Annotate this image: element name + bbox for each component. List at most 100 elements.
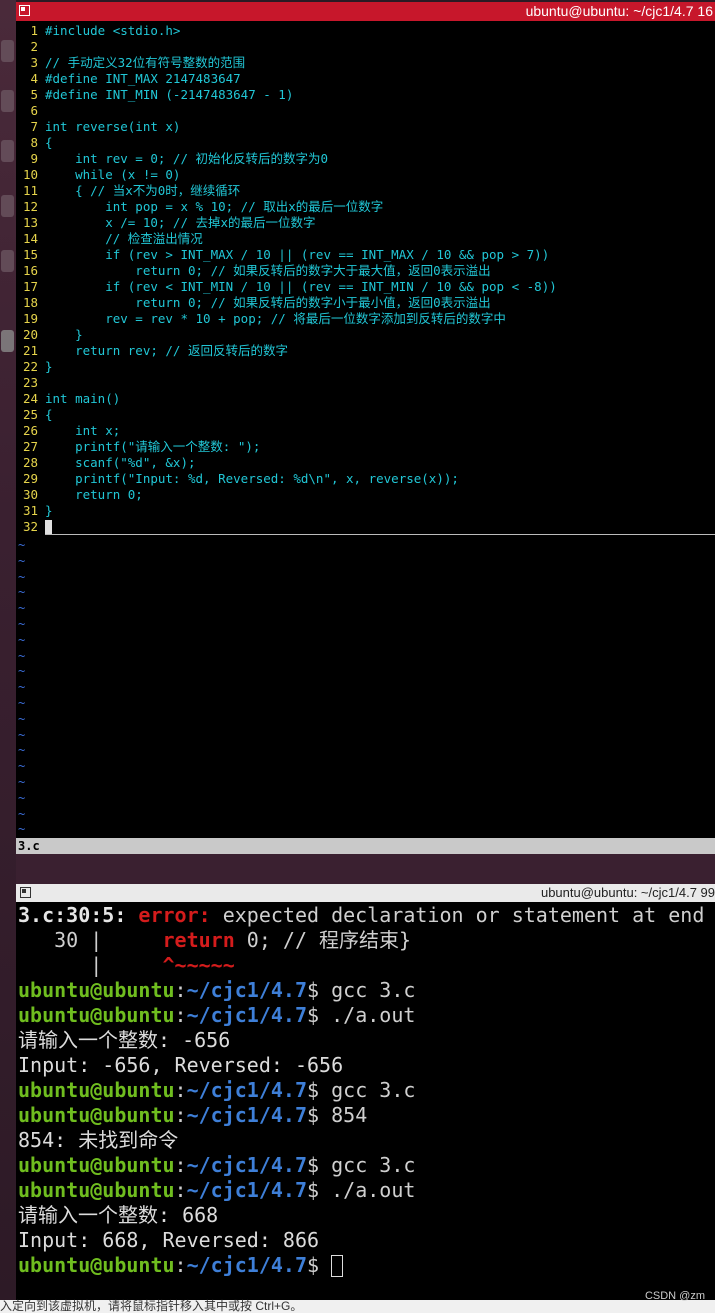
dock-app-icon[interactable] xyxy=(1,140,14,162)
code-line[interactable]: 23 xyxy=(16,375,715,391)
tilde-marker: ~ xyxy=(18,585,26,600)
prompt-line: ubuntu@ubuntu:~/cjc1/4.7$ ./a.out xyxy=(18,1178,416,1202)
code-line[interactable]: 4 #define INT_MAX 2147483647 xyxy=(16,71,715,87)
terminal-output[interactable]: 3.c:30:5: error: expected declaration or… xyxy=(18,903,715,1278)
line-number: 10 xyxy=(22,167,38,182)
code-text: } xyxy=(45,359,53,374)
vim-editor-window[interactable]: ubuntu@ubuntu: ~/cjc1/4.7 16 1 #include <… xyxy=(16,2,715,854)
dock-app-icon[interactable] xyxy=(1,195,14,217)
code-line[interactable]: 28 scanf("%d", &x); xyxy=(16,455,715,471)
line-number: 16 xyxy=(22,263,38,278)
code-line[interactable]: 6 xyxy=(16,103,715,119)
line-number: 20 xyxy=(22,327,38,342)
code-line[interactable]: 7 int reverse(int x) xyxy=(16,119,715,135)
empty-line-markers: ~ ~ ~ ~ ~ ~ ~ ~ ~ ~ ~ ~ ~ ~ ~ ~ ~ ~ ~ xyxy=(16,538,25,838)
code-line[interactable]: 18 return 0; // 如果反转后的数字小于最小值，返回0表示溢出 xyxy=(16,295,715,311)
code-line[interactable]: 21 return rev; // 返回反转后的数字 xyxy=(16,343,715,359)
line-number: 5 xyxy=(30,87,38,102)
code-text: { xyxy=(45,407,53,422)
dock-app-icon[interactable] xyxy=(1,90,14,112)
line-number: 9 xyxy=(30,151,38,166)
code-text: // 手动定义32位有符号整数的范围 xyxy=(45,55,246,70)
code-line[interactable]: 2 xyxy=(16,39,715,55)
code-text: if (rev > INT_MAX / 10 || (rev == INT_MA… xyxy=(45,247,550,262)
code-text: int x; xyxy=(45,423,121,438)
shell-error-line: 854: 未找到命令 xyxy=(18,1128,179,1152)
tilde-marker: ~ xyxy=(18,695,26,710)
code-line[interactable]: 11 { // 当x不为0时，继续循环 xyxy=(16,183,715,199)
tilde-marker: ~ xyxy=(18,616,26,631)
code-text: #define INT_MIN (-2147483647 - 1) xyxy=(45,87,294,102)
line-number: 11 xyxy=(22,183,38,198)
code-text: printf("Input: %d, Reversed: %d\n", x, r… xyxy=(45,471,459,486)
tilde-marker: ~ xyxy=(18,806,26,821)
code-line[interactable]: 19 rev = rev * 10 + pop; // 将最后一位数字添加到反转… xyxy=(16,311,715,327)
code-line[interactable]: 14 // 检查溢出情况 xyxy=(16,231,715,247)
line-number: 28 xyxy=(22,455,38,470)
tilde-marker: ~ xyxy=(18,680,26,695)
dock-terminal-icon[interactable] xyxy=(1,330,14,352)
code-text: return 0; // 如果反转后的数字大于最大值，返回0表示溢出 xyxy=(45,263,491,278)
vim-status-line: 3.c xyxy=(16,838,715,854)
terminal-window-icon xyxy=(19,5,30,16)
editor-title-bar[interactable]: ubuntu@ubuntu: ~/cjc1/4.7 16 xyxy=(16,2,715,21)
line-number: 22 xyxy=(22,359,38,374)
line-number: 13 xyxy=(22,215,38,230)
program-output-line: Input: 668, Reversed: 866 xyxy=(18,1228,320,1252)
launcher-dock xyxy=(0,0,16,1300)
vm-hint-text: 入定向到该虚拟机，请将鼠标指针移入其中或按 Ctrl+G。 xyxy=(0,1299,303,1313)
code-line[interactable]: 3 // 手动定义32位有符号整数的范围 xyxy=(16,55,715,71)
dock-app-icon[interactable] xyxy=(1,40,14,62)
code-line[interactable]: 24 int main() xyxy=(16,391,715,407)
line-number: 6 xyxy=(30,103,38,118)
terminal-window-title: ubuntu@ubuntu: ~/cjc1/4.7 99 xyxy=(540,885,715,900)
code-text: #include <stdio.h> xyxy=(45,23,181,38)
tilde-marker: ~ xyxy=(18,790,26,805)
code-line[interactable]: 29 printf("Input: %d, Reversed: %d\n", x… xyxy=(16,471,715,487)
code-text: return 0; // 如果反转后的数字小于最小值，返回0表示溢出 xyxy=(45,295,491,310)
line-number: 1 xyxy=(30,23,38,38)
code-line[interactable]: 32 xyxy=(16,519,715,535)
tilde-marker: ~ xyxy=(18,648,26,663)
terminal-window[interactable]: ubuntu@ubuntu: ~/cjc1/4.7 99 3.c:30:5: e… xyxy=(16,884,715,1300)
split-terminal-icon xyxy=(20,887,31,898)
code-line[interactable]: 20 } xyxy=(16,327,715,343)
code-line[interactable]: 15 if (rev > INT_MAX / 10 || (rev == INT… xyxy=(16,247,715,263)
code-line[interactable]: 10 while (x != 0) xyxy=(16,167,715,183)
tilde-marker: ~ xyxy=(18,711,26,726)
code-text: rev = rev * 10 + pop; // 将最后一位数字添加到反转后的数… xyxy=(45,311,506,326)
tilde-marker: ~ xyxy=(18,743,26,758)
vm-hint-bar: 入定向到该虚拟机，请将鼠标指针移入其中或按 Ctrl+G。 CSDN @zm xyxy=(0,1290,715,1313)
prompt-line: ubuntu@ubuntu:~/cjc1/4.7$ gcc 3.c xyxy=(18,978,416,1002)
code-line[interactable]: 31} xyxy=(16,503,715,519)
program-output-line: Input: -656, Reversed: -656 xyxy=(18,1053,344,1077)
tilde-marker: ~ xyxy=(18,727,26,742)
code-line[interactable]: 26 int x; xyxy=(16,423,715,439)
active-prompt-line[interactable]: ubuntu@ubuntu:~/cjc1/4.7$ xyxy=(18,1253,715,1278)
code-line[interactable]: 22} xyxy=(16,359,715,375)
terminal-cursor xyxy=(331,1255,344,1277)
tilde-marker: ~ xyxy=(18,664,26,679)
terminal-title-bar[interactable]: ubuntu@ubuntu: ~/cjc1/4.7 99 xyxy=(16,884,715,902)
line-number: 12 xyxy=(22,199,38,214)
code-line[interactable]: 9 int rev = 0; // 初始化反转后的数字为0 xyxy=(16,151,715,167)
compiler-source-line: 30 | return 0; // 程序结束} xyxy=(18,928,412,952)
code-line[interactable]: 30 return 0; xyxy=(16,487,715,503)
program-output-line: 请输入一个整数: 668 xyxy=(18,1203,219,1227)
code-line[interactable]: 12 int pop = x % 10; // 取出x的最后一位数字 xyxy=(16,199,715,215)
code-line[interactable]: 8{ xyxy=(16,135,715,151)
code-text: } xyxy=(45,503,53,518)
code-line[interactable]: 25 { xyxy=(16,407,715,423)
code-area[interactable]: 1 #include <stdio.h> 2 3// 手动定义32位有符号整数的范围 4… xyxy=(16,23,715,535)
line-number: 3 xyxy=(30,55,38,70)
code-line[interactable]: 1 #include <stdio.h> xyxy=(16,23,715,39)
dock-app-icon[interactable] xyxy=(1,250,14,272)
code-line[interactable]: 17 if (rev < INT_MIN / 10 || (rev == INT… xyxy=(16,279,715,295)
code-line[interactable]: 27 printf("请输入一个整数: "); xyxy=(16,439,715,455)
code-line[interactable]: 13 x /= 10; // 去掉x的最后一位数字 xyxy=(16,215,715,231)
code-line[interactable]: 16 return 0; // 如果反转后的数字大于最大值，返回0表示溢出 xyxy=(16,263,715,279)
code-text: return rev; // 返回反转后的数字 xyxy=(45,343,288,358)
prompt-line: ubuntu@ubuntu:~/cjc1/4.7$ gcc 3.c xyxy=(18,1078,416,1102)
line-number: 4 xyxy=(30,71,38,86)
code-line[interactable]: 5 #define INT_MIN (-2147483647 - 1) xyxy=(16,87,715,103)
